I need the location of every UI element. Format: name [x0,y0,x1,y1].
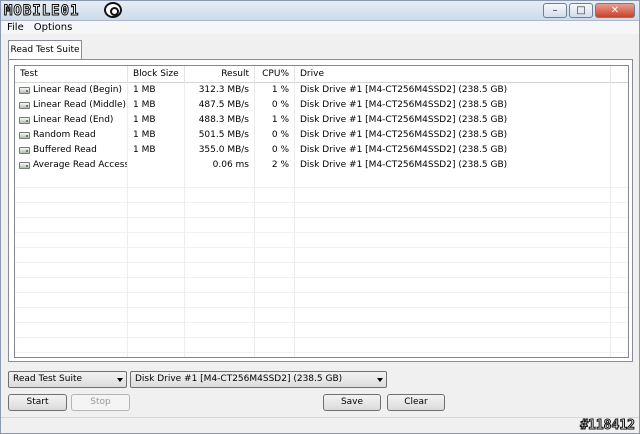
cell-cpu: 1 % [255,83,295,98]
test-name: Linear Read (Begin) [33,85,122,95]
test-name: Linear Read (End) [33,115,114,125]
dropdown-arrow-icon [377,378,383,382]
test-name: Average Read Access [33,160,128,170]
test-suite-select[interactable]: Read Test Suite [8,371,127,388]
cell-test: Linear Read (Begin) [15,83,128,98]
drive-icon [19,162,30,169]
drive-icon [19,102,30,109]
cell-result: 488.3 MB/s [185,113,255,128]
cell-block-size: 1 MB [128,98,185,113]
cell-drive: Disk Drive #1 [M4-CT256M4SSD2] (238.5 GB… [295,143,611,158]
cell-cpu: 1 % [255,113,295,128]
drive-icon [19,117,30,124]
test-name: Random Read [33,130,96,140]
app-window: MOBILE01 – □ ✕ File Options Read Test Su… [0,0,640,434]
cell-test: Buffered Read [15,143,128,158]
cell-result: 487.5 MB/s [185,98,255,113]
table-row[interactable]: Buffered Read 1 MB 355.0 MB/s 0 % Disk D… [15,143,628,158]
table-row[interactable]: Linear Read (Begin) 1 MB 312.3 MB/s 1 % … [15,83,628,98]
table-rows: Linear Read (Begin) 1 MB 312.3 MB/s 1 % … [15,83,628,173]
menu-options[interactable]: Options [34,21,73,34]
drive-select-value: Disk Drive #1 [M4-CT256M4SSD2] (238.5 GB… [135,374,343,384]
column-divider [610,173,611,357]
column-header-block-size[interactable]: Block Size [128,66,185,83]
cell-result: 0.06 ms [185,158,255,173]
title-bar[interactable]: MOBILE01 – □ ✕ [1,1,639,21]
logo-mark-icon [104,2,122,18]
minimize-button[interactable]: – [543,3,567,18]
table-row[interactable]: Linear Read (Middle) 1 MB 487.5 MB/s 0 %… [15,98,628,113]
cell-cpu: 0 % [255,128,295,143]
cell-drive: Disk Drive #1 [M4-CT256M4SSD2] (238.5 GB… [295,128,611,143]
tab-panel: Test Block Size Result CPU% Drive Linear… [8,59,633,362]
cell-block-size [128,158,185,173]
cell-block-size: 1 MB [128,128,185,143]
column-header-drive[interactable]: Drive [295,66,611,83]
cell-result: 355.0 MB/s [185,143,255,158]
column-divider [254,173,255,357]
cell-test: Random Read [15,128,128,143]
cell-drive: Disk Drive #1 [M4-CT256M4SSD2] (238.5 GB… [295,158,611,173]
drive-icon [19,132,30,139]
cell-block-size: 1 MB [128,113,185,128]
cell-block-size: 1 MB [128,143,185,158]
logo-text: MOBILE01 [3,3,80,20]
column-divider [184,173,185,357]
drive-icon [19,147,30,154]
cell-test: Linear Read (End) [15,113,128,128]
column-header-result[interactable]: Result [185,66,255,83]
cell-drive: Disk Drive #1 [M4-CT256M4SSD2] (238.5 GB… [295,113,611,128]
cell-drive: Disk Drive #1 [M4-CT256M4SSD2] (238.5 GB… [295,98,611,113]
cell-cpu: 0 % [255,98,295,113]
results-table: Test Block Size Result CPU% Drive Linear… [14,65,629,358]
cell-result: 312.3 MB/s [185,83,255,98]
column-divider [294,173,295,357]
stop-button[interactable]: Stop [71,394,130,411]
window-controls: – □ ✕ [543,3,635,18]
test-name: Buffered Read [33,145,97,155]
menu-bar: File Options [1,21,639,34]
test-name: Linear Read (Middle) [33,100,127,110]
clear-button[interactable]: Clear [387,394,445,411]
dropdown-arrow-icon [117,378,123,382]
menu-file[interactable]: File [7,21,24,34]
cell-cpu: 0 % [255,143,295,158]
cell-cpu: 2 % [255,158,295,173]
cell-result: 501.5 MB/s [185,128,255,143]
cell-block-size: 1 MB [128,83,185,98]
column-header-filler [611,66,628,83]
tab-read-test-suite[interactable]: Read Test Suite [8,40,82,61]
test-suite-select-value: Read Test Suite [13,374,83,384]
cell-test: Linear Read (Middle) [15,98,128,113]
drive-icon [19,87,30,94]
column-header-cpu[interactable]: CPU% [255,66,295,83]
table-header: Test Block Size Result CPU% Drive [15,66,628,83]
table-row[interactable]: Average Read Access 0.06 ms 2 % Disk Dri… [15,158,628,173]
column-divider [127,173,128,357]
empty-row-gridlines [15,173,628,357]
cell-drive: Disk Drive #1 [M4-CT256M4SSD2] (238.5 GB… [295,83,611,98]
drive-select[interactable]: Disk Drive #1 [M4-CT256M4SSD2] (238.5 GB… [130,371,387,388]
watermark-id: #118412 [580,418,636,434]
table-row[interactable]: Random Read 1 MB 501.5 MB/s 0 % Disk Dri… [15,128,628,143]
maximize-button[interactable]: □ [569,3,593,18]
close-button[interactable]: ✕ [595,3,635,18]
cell-test: Average Read Access [15,158,128,173]
save-button[interactable]: Save [323,394,381,411]
table-row[interactable]: Linear Read (End) 1 MB 488.3 MB/s 1 % Di… [15,113,628,128]
column-header-test[interactable]: Test [15,66,128,83]
status-bar: #118412 [1,417,639,434]
start-button[interactable]: Start [8,394,67,411]
